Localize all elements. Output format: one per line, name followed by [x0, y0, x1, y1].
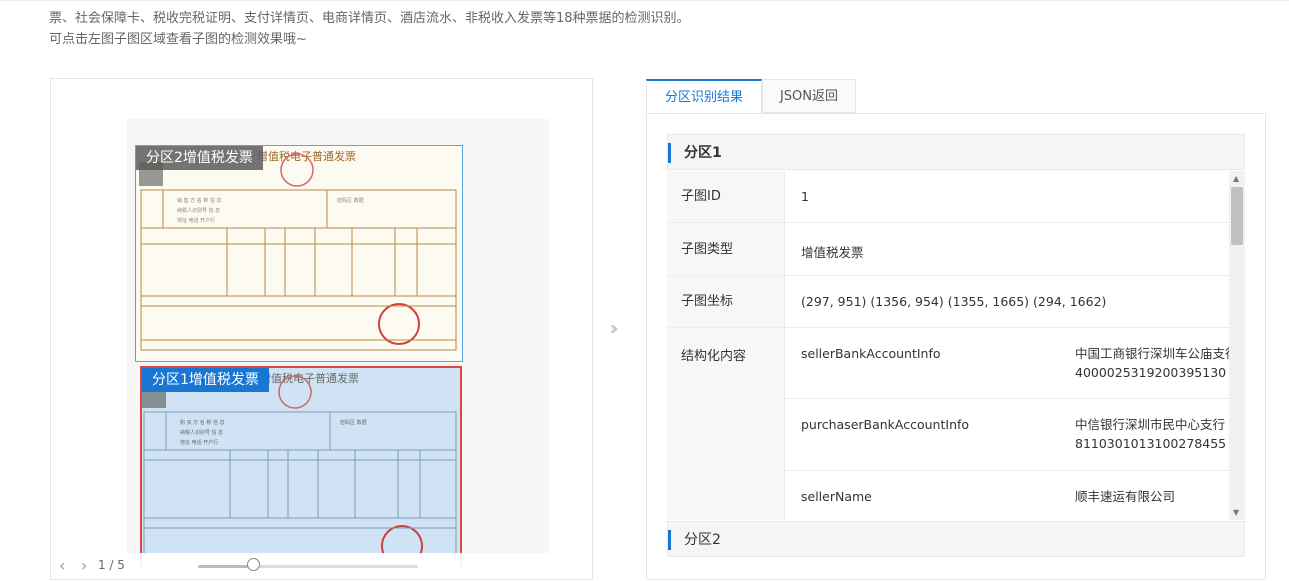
section-header-zone-1[interactable]: 分区1 — [667, 134, 1245, 170]
page-indicator: 1 / 5 — [98, 558, 125, 572]
description-line-2: 可点击左图子图区域查看子图的检测效果哦~ — [49, 32, 307, 47]
zoom-slider-fill — [198, 565, 253, 568]
zoom-slider[interactable] — [198, 565, 418, 568]
structured-item: purchaserBankAccountInfo 中信银行深圳市民中心支行 81… — [785, 399, 1229, 471]
structured-value-line-1: 中国工商银行深圳车公庙支行 — [1075, 346, 1238, 361]
scroll-down-arrow-icon[interactable]: ▼ — [1233, 508, 1239, 517]
scrollbar-thumb[interactable] — [1231, 187, 1243, 245]
zone-1-label[interactable]: 分区1增值税发票 — [142, 368, 269, 392]
row-key: 子图坐标 — [667, 276, 785, 327]
preview-toolbar: ‹ › 1 / 5 — [51, 553, 592, 579]
scroll-up-arrow-icon[interactable]: ▲ — [1233, 174, 1239, 183]
zone-1-frame[interactable] — [140, 366, 462, 566]
structured-item: sellerName 顺丰速运有限公司 — [785, 471, 1229, 520]
description-line-1: 票、社会保障卡、税收完税证明、支付详情页、电商详情页、酒店流水、非税收入发票等1… — [49, 11, 690, 26]
structured-value-line-2: 8110301013100278455 — [1075, 436, 1227, 451]
row-key: 子图ID — [667, 171, 785, 222]
tab-json-return[interactable]: JSON返回 — [762, 79, 856, 113]
structured-value-line-1: 顺丰速运有限公司 — [1075, 489, 1176, 504]
zone-2-frame[interactable] — [135, 145, 463, 362]
vertical-scrollbar[interactable]: ▲ ▼ — [1229, 171, 1245, 520]
row-value: 1 — [801, 189, 809, 204]
result-table: 子图ID 1 子图类型 增值税发票 子图坐标 (297, 951) (1356,… — [667, 171, 1245, 520]
top-divider — [0, 0, 1289, 1]
structured-content-row: 结构化内容 sellerBankAccountInfo 中国工商银行深圳车公庙支… — [667, 328, 1238, 520]
result-panel: 分区1 子图ID 1 子图类型 增值税发票 子图坐标 (297, 951) (1… — [646, 113, 1266, 580]
structured-item: sellerBankAccountInfo 中国工商银行深圳车公庙支行 4000… — [785, 328, 1238, 399]
structured-field: purchaserBankAccountInfo — [801, 417, 970, 432]
table-row: 子图坐标 (297, 951) (1356, 954) (1355, 1665)… — [667, 276, 1229, 328]
zone-2-label[interactable]: 分区2增值税发票 — [136, 146, 263, 170]
table-row: 子图ID 1 — [667, 171, 1229, 223]
chevron-right-icon[interactable]: › — [81, 556, 87, 575]
row-key: 子图类型 — [667, 223, 785, 275]
chevron-left-icon[interactable]: ‹ — [59, 556, 65, 575]
zoom-slider-handle[interactable] — [247, 558, 260, 571]
structured-field: sellerName — [801, 489, 872, 504]
row-value: (297, 951) (1356, 954) (1355, 1665) (294… — [801, 294, 1107, 309]
row-value: 增值税发票 — [801, 245, 864, 260]
image-preview-panel: 增值税电子普通发票 销 售 方 名 称 信 息 纳税人识别号 信 息 地址 电话… — [50, 78, 593, 580]
row-key: 结构化内容 — [667, 328, 785, 520]
section-header-zone-2[interactable]: 分区2 — [667, 521, 1245, 557]
table-row: 子图类型 增值税发票 — [667, 223, 1229, 276]
structured-value-line-1: 中信银行深圳市民中心支行 — [1075, 417, 1226, 432]
tab-zone-result[interactable]: 分区识别结果 — [646, 79, 762, 113]
structured-value-line-2: 4000025319200395130 — [1075, 365, 1227, 380]
structured-field: sellerBankAccountInfo — [801, 346, 941, 361]
double-chevron-right-icon: ›› — [609, 316, 619, 340]
